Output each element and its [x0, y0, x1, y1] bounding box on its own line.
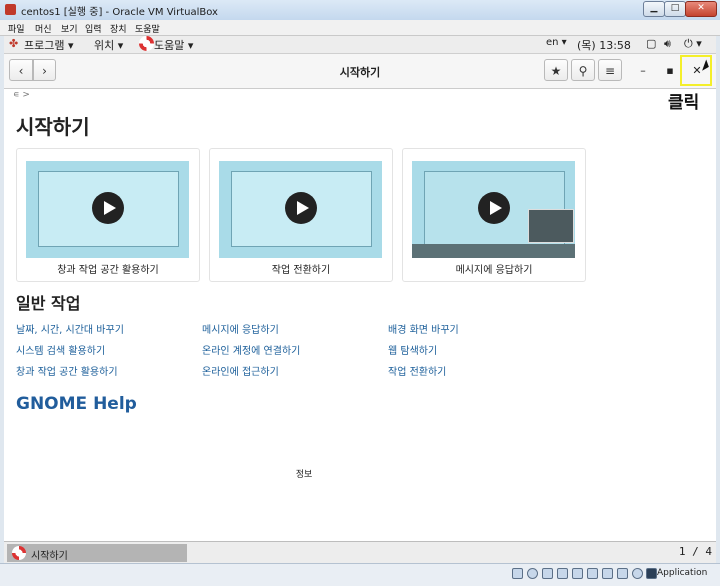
video-thumbnail [219, 161, 382, 258]
vbox-menu-help[interactable]: 도움말 [135, 22, 160, 35]
taskbar-item-label: 시작하기 [31, 551, 68, 562]
search-icon: ⚲ [578, 64, 588, 78]
vbox-menu-input[interactable]: 입력 [85, 22, 102, 35]
app-menu[interactable]: 도움말 ▾ [154, 37, 193, 53]
hamburger-icon: ≡ [604, 64, 616, 78]
task-link[interactable]: 온라인 계정에 연결하기 [202, 342, 300, 357]
task-link[interactable]: 배경 화면 바꾸기 [388, 321, 459, 336]
page-title: 시작하기 [16, 115, 90, 139]
help-app-icon [139, 36, 154, 51]
screen-icon[interactable]: ▢ [646, 37, 656, 50]
info-link[interactable]: 정보 [4, 467, 604, 480]
vbox-menu-view[interactable]: 보기 [61, 22, 78, 35]
play-icon[interactable] [92, 192, 124, 224]
help-app-icon [12, 546, 26, 560]
task-link[interactable]: 시스템 검색 활용하기 [16, 342, 105, 357]
hard-disk-icon[interactable] [512, 568, 523, 579]
play-icon[interactable] [285, 192, 317, 224]
input-method-menu[interactable]: en ▾ [546, 37, 567, 48]
vbox-maximize-button[interactable]: □ [664, 1, 686, 17]
guest-screen: ✤ 프로그램 ▾ 위치 ▾ 도움말 ▾ en ▾ (목) 13:58 ▢ 🔊︎ … [4, 36, 716, 581]
volume-icon[interactable]: 🔊︎ [664, 37, 671, 51]
video-label: 작업 전환하기 [271, 265, 331, 276]
shared-folders-icon[interactable] [587, 568, 598, 579]
notification-preview [528, 209, 574, 243]
optical-drive-icon[interactable] [527, 568, 538, 579]
display-icon[interactable] [602, 568, 613, 579]
gnome-top-bar: ✤ 프로그램 ▾ 위치 ▾ 도움말 ▾ en ▾ (목) 13:58 ▢ 🔊︎ … [4, 36, 716, 54]
task-link[interactable]: 작업 전환하기 [388, 363, 446, 378]
help-header-bar: ‹ › 시작하기 ★ ⚲ ≡ – ▪ ✕ [4, 54, 716, 89]
vbox-status-bar: Application [0, 563, 720, 586]
clock[interactable]: (목) 13:58 [577, 37, 631, 53]
vbox-menu-file[interactable]: 파일 [8, 22, 25, 35]
power-menu-icon[interactable]: ⏻ ▾ [684, 37, 702, 51]
vbox-window-title: centos1 [실행 중] - Oracle VM VirtualBox [21, 7, 218, 18]
click-annotation: 클릭 [668, 93, 700, 113]
message-tray-preview [412, 244, 575, 258]
vbox-title-bar: centos1 [실행 중] - Oracle VM VirtualBox ▁ … [0, 0, 720, 21]
network-icon[interactable] [557, 568, 568, 579]
audio-icon[interactable] [542, 568, 553, 579]
section-title: 일반 작업 [16, 294, 81, 313]
vbox-menu-devices[interactable]: 장치 [110, 22, 127, 35]
cpu-activity-icon[interactable] [632, 568, 643, 579]
video-thumbnail [412, 161, 575, 258]
vbox-minimize-button[interactable]: ▁ [643, 1, 665, 17]
virtualbox-app-icon [5, 4, 16, 15]
video-thumbnail [26, 161, 189, 258]
usb-icon[interactable] [572, 568, 583, 579]
video-label: 메시지에 응답하기 [455, 265, 533, 276]
places-menu[interactable]: 위치 ▾ [94, 37, 123, 53]
taskbar-item-help[interactable]: 시작하기 [7, 544, 187, 562]
vbox-menu-bar: 파일 머신 보기 입력 장치 도움말 [0, 20, 720, 36]
bookmark-button[interactable]: ★ [544, 59, 568, 81]
star-icon: ★ [550, 64, 562, 78]
gnome-help-link[interactable]: GNOME Help [16, 394, 137, 414]
task-link[interactable]: 메시지에 응답하기 [202, 321, 279, 336]
host-key-label: Application [657, 568, 708, 578]
programs-menu[interactable]: 프로그램 ▾ [24, 37, 74, 53]
breadcrumb[interactable]: ∊ > [13, 90, 30, 100]
task-link[interactable]: 날짜, 시간, 시간대 바꾸기 [16, 321, 124, 336]
vbox-close-button[interactable]: ✕ [685, 1, 717, 17]
task-link[interactable]: 온라인에 접근하기 [202, 363, 279, 378]
workspace-indicator[interactable]: 1 / 4 [674, 545, 712, 561]
vbox-menu-machine[interactable]: 머신 [35, 22, 52, 35]
programs-icon: ✤ [9, 37, 19, 50]
video-card-windows[interactable]: 창과 작업 공간 활용하기 [16, 148, 200, 282]
host-key-icon [646, 568, 657, 579]
task-link[interactable]: 창과 작업 공간 활용하기 [16, 363, 118, 378]
search-button[interactable]: ⚲ [571, 59, 595, 81]
video-label: 창과 작업 공간 활용하기 [57, 265, 159, 276]
video-card-messages[interactable]: 메시지에 응답하기 [402, 148, 586, 282]
task-link[interactable]: 웹 탐색하기 [388, 342, 437, 357]
minimize-button[interactable]: – [634, 62, 652, 80]
menu-button[interactable]: ≡ [598, 59, 622, 81]
gnome-bottom-panel: 시작하기 1 / 4 [4, 541, 716, 564]
video-capture-icon[interactable] [617, 568, 628, 579]
maximize-button[interactable]: ▪ [661, 62, 679, 80]
play-icon[interactable] [478, 192, 510, 224]
video-card-switching[interactable]: 작업 전환하기 [209, 148, 393, 282]
